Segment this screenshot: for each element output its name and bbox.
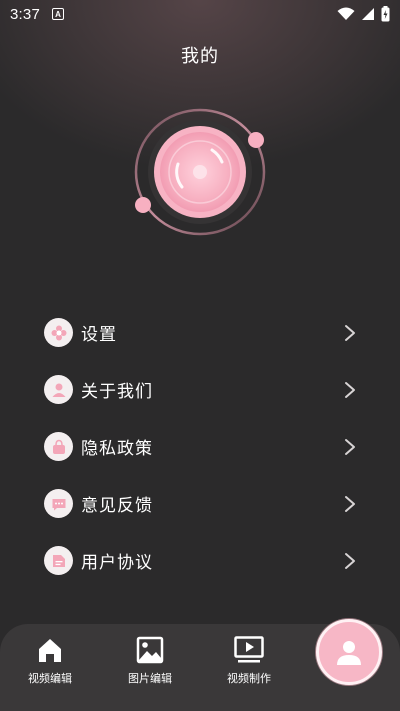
avatar[interactable] bbox=[130, 102, 270, 242]
wifi-icon bbox=[337, 7, 355, 20]
menu-item-label: 意见反馈 bbox=[81, 496, 153, 516]
image-icon bbox=[110, 634, 190, 666]
chevron-right-icon bbox=[345, 382, 355, 398]
tab-image-edit[interactable]: 图片编辑 bbox=[110, 634, 190, 686]
menu-item-agreement[interactable]: 用户协议 bbox=[44, 532, 364, 589]
home-icon bbox=[10, 634, 90, 666]
person-icon bbox=[337, 641, 361, 665]
status-icons bbox=[337, 6, 390, 22]
menu-item-about[interactable]: 关于我们 bbox=[44, 361, 364, 418]
status-bar: 3:37 A bbox=[0, 0, 400, 28]
page-title: 我的 bbox=[181, 46, 219, 67]
chevron-right-icon bbox=[345, 496, 355, 512]
notification-icon: A bbox=[52, 8, 64, 20]
flower-icon bbox=[44, 318, 73, 347]
menu-item-label: 关于我们 bbox=[81, 382, 153, 402]
chevron-right-icon bbox=[345, 553, 355, 569]
menu-item-feedback[interactable]: 意见反馈 bbox=[44, 475, 364, 532]
status-time: 3:37 bbox=[10, 5, 40, 23]
orbit-dot bbox=[248, 132, 264, 148]
menu-item-label: 隐私政策 bbox=[81, 439, 153, 459]
menu-item-label: 用户协议 bbox=[81, 553, 153, 573]
menu-item-settings[interactable]: 设置 bbox=[44, 304, 364, 361]
tab-label: 视频编辑 bbox=[28, 672, 72, 685]
tab-label: 视频制作 bbox=[227, 672, 271, 685]
tab-label: 图片编辑 bbox=[128, 672, 172, 685]
orbit-dot bbox=[135, 197, 151, 213]
chat-icon bbox=[44, 489, 73, 518]
signal-icon bbox=[362, 8, 374, 20]
bag-icon bbox=[44, 432, 73, 461]
chevron-right-icon bbox=[345, 325, 355, 341]
tab-mine[interactable] bbox=[316, 619, 382, 685]
tab-video-make[interactable]: 视频制作 bbox=[209, 634, 289, 686]
person-icon bbox=[44, 375, 73, 404]
chevron-right-icon bbox=[345, 439, 355, 455]
battery-icon bbox=[381, 6, 390, 22]
menu-item-label: 设置 bbox=[81, 325, 117, 345]
document-icon bbox=[44, 546, 73, 575]
menu-list: 设置 关于我们 隐私政策 意见反馈 用户协议 bbox=[44, 304, 364, 589]
video-play-icon bbox=[209, 634, 289, 666]
tab-video-edit[interactable]: 视频编辑 bbox=[10, 634, 90, 686]
menu-item-privacy[interactable]: 隐私政策 bbox=[44, 418, 364, 475]
